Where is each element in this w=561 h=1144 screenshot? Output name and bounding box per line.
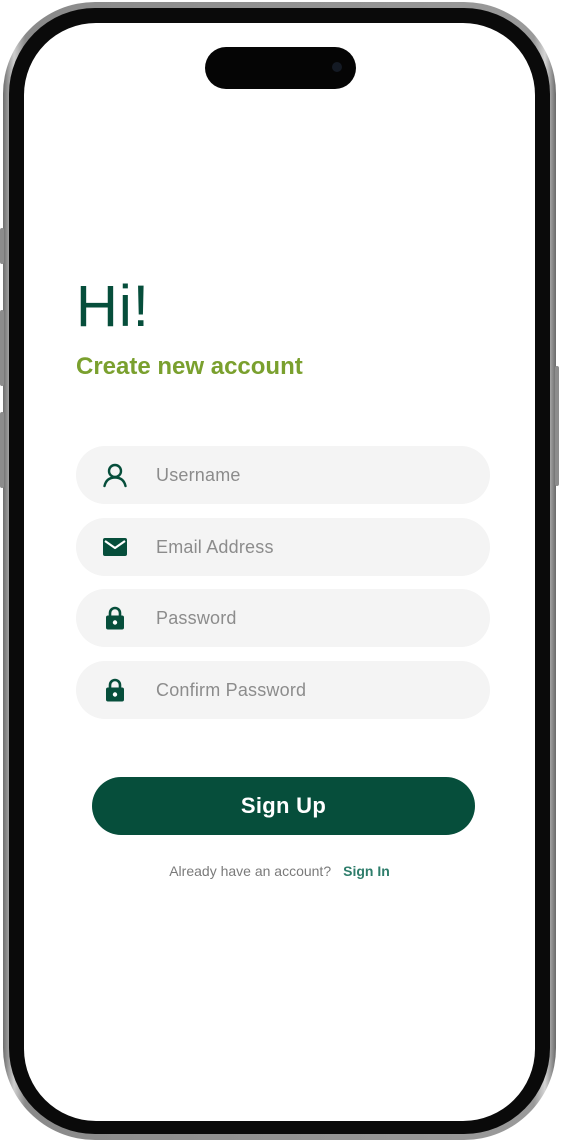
dynamic-island bbox=[205, 47, 356, 89]
confirm-password-field[interactable]: Confirm Password bbox=[76, 661, 490, 719]
mail-icon bbox=[102, 534, 128, 560]
password-placeholder: Password bbox=[156, 607, 237, 628]
confirm-password-placeholder: Confirm Password bbox=[156, 679, 307, 700]
password-field[interactable]: Password bbox=[76, 589, 490, 647]
email-placeholder: Email Address bbox=[156, 536, 274, 557]
front-camera-icon bbox=[332, 62, 342, 72]
username-field[interactable]: Username bbox=[76, 446, 490, 504]
already-have-account-text: Already have an account? bbox=[169, 863, 332, 879]
power-button bbox=[555, 366, 559, 486]
username-placeholder: Username bbox=[156, 464, 241, 485]
sign-in-prompt: Already have an account? Sign In bbox=[24, 863, 535, 879]
action-button bbox=[0, 228, 4, 264]
sign-up-button[interactable]: Sign Up bbox=[92, 777, 475, 835]
create-account-subtitle: Create new account bbox=[76, 353, 303, 380]
screen: Hi! Create new account Username Email Ad… bbox=[24, 23, 535, 1121]
volume-up-button bbox=[0, 310, 4, 386]
email-field[interactable]: Email Address bbox=[76, 518, 490, 576]
sign-in-link[interactable]: Sign In bbox=[343, 863, 390, 879]
lock-icon bbox=[102, 605, 128, 631]
lock-icon bbox=[102, 677, 128, 703]
phone-frame: Hi! Create new account Username Email Ad… bbox=[0, 2, 559, 1140]
greeting-title: Hi! bbox=[76, 274, 150, 339]
user-icon bbox=[102, 462, 128, 488]
volume-down-button bbox=[0, 412, 4, 488]
